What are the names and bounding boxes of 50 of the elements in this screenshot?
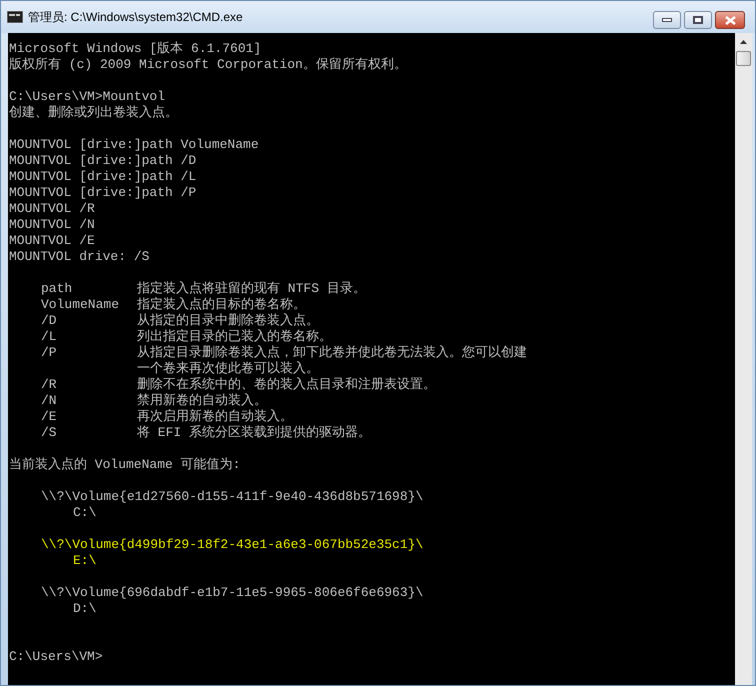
- option-name: /D: [41, 313, 57, 328]
- option-description: 从指定的目录中删除卷装入点。: [137, 313, 319, 329]
- console-line: C:\Users\VM>Mountvol: [9, 89, 166, 104]
- console-app-icon: [7, 11, 23, 23]
- window-title: 管理员: C:\Windows\system32\CMD.exe: [28, 9, 243, 26]
- option-description: 指定装入点的目标的卷名称。: [137, 297, 306, 313]
- option-name: path: [41, 281, 72, 296]
- volume-path: \\?\Volume{696dabdf-e1b7-11e5-9965-806e6f6e6963}\: [41, 585, 424, 600]
- scrollbar[interactable]: [735, 33, 752, 685]
- option-name: /R: [41, 377, 57, 392]
- option-name: /S: [41, 425, 57, 440]
- console-line: MOUNTVOL drive: /S: [9, 249, 150, 264]
- close-icon: [724, 16, 736, 24]
- volume-path: \\?\Volume{d499bf29-18f2-43e1-a6e3-067bb52e35c1}\: [41, 537, 424, 552]
- console-line: MOUNTVOL /R: [9, 201, 95, 216]
- close-button[interactable]: [715, 11, 745, 29]
- minimize-button[interactable]: [653, 11, 681, 29]
- option-description: 指定装入点将驻留的现有 NTFS 目录。: [137, 281, 366, 297]
- option-description: 列出指定目录的已装入的卷名称。: [137, 329, 332, 345]
- option-description: 将 EFI 系统分区装载到提供的驱动器。: [137, 425, 372, 441]
- drive-letter: D:\: [73, 601, 96, 616]
- scroll-thumb[interactable]: [736, 51, 751, 66]
- console-line: MOUNTVOL [drive:]path /L: [9, 169, 196, 184]
- option-name: /N: [41, 393, 57, 408]
- option-name: VolumeName: [41, 297, 120, 312]
- console-line: MOUNTVOL [drive:]path /D: [9, 153, 196, 168]
- drive-letter: C:\: [73, 505, 96, 520]
- console-line: 创建、删除或列出卷装入点。: [9, 105, 178, 120]
- console-line: Microsoft Windows [版本 6.1.7601]: [9, 41, 262, 56]
- option-name: /E: [41, 409, 57, 424]
- option-name: /L: [41, 329, 57, 344]
- drive-letter: E:\: [73, 553, 96, 568]
- console-line: MOUNTVOL [drive:]path VolumeName: [9, 137, 259, 152]
- option-description: 禁用新卷的自动装入。: [137, 393, 267, 409]
- option-name: /P: [41, 345, 57, 360]
- maximize-icon: [693, 16, 703, 24]
- option-description: 一个卷来再次使此卷可以装入。: [137, 361, 319, 377]
- console-line: C:\Users\VM>: [9, 649, 103, 664]
- option-description: 删除不在系统中的、卷的装入点目录和注册表设置。: [137, 377, 436, 393]
- console-line: MOUNTVOL [drive:]path /P: [9, 185, 196, 200]
- volume-path: \\?\Volume{e1d27560-d155-411f-9e40-436d8b571698}\: [41, 489, 424, 504]
- option-description: 再次启用新卷的自动装入。: [137, 409, 293, 425]
- maximize-button[interactable]: [684, 11, 712, 29]
- minimize-icon: [662, 18, 672, 22]
- console-line: 版权所有 (c) 2009 Microsoft Corporation。保留所有权利。: [9, 57, 407, 72]
- scroll-up-icon[interactable]: [740, 40, 747, 44]
- console-line: MOUNTVOL /E: [9, 233, 95, 248]
- console-line: 当前装入点的 VolumeName 可能值为:: [9, 457, 240, 472]
- option-description: 从指定目录删除卷装入点，卸下此卷并使此卷无法装入。您可以创建: [137, 345, 527, 361]
- console-line: MOUNTVOL /N: [9, 217, 95, 232]
